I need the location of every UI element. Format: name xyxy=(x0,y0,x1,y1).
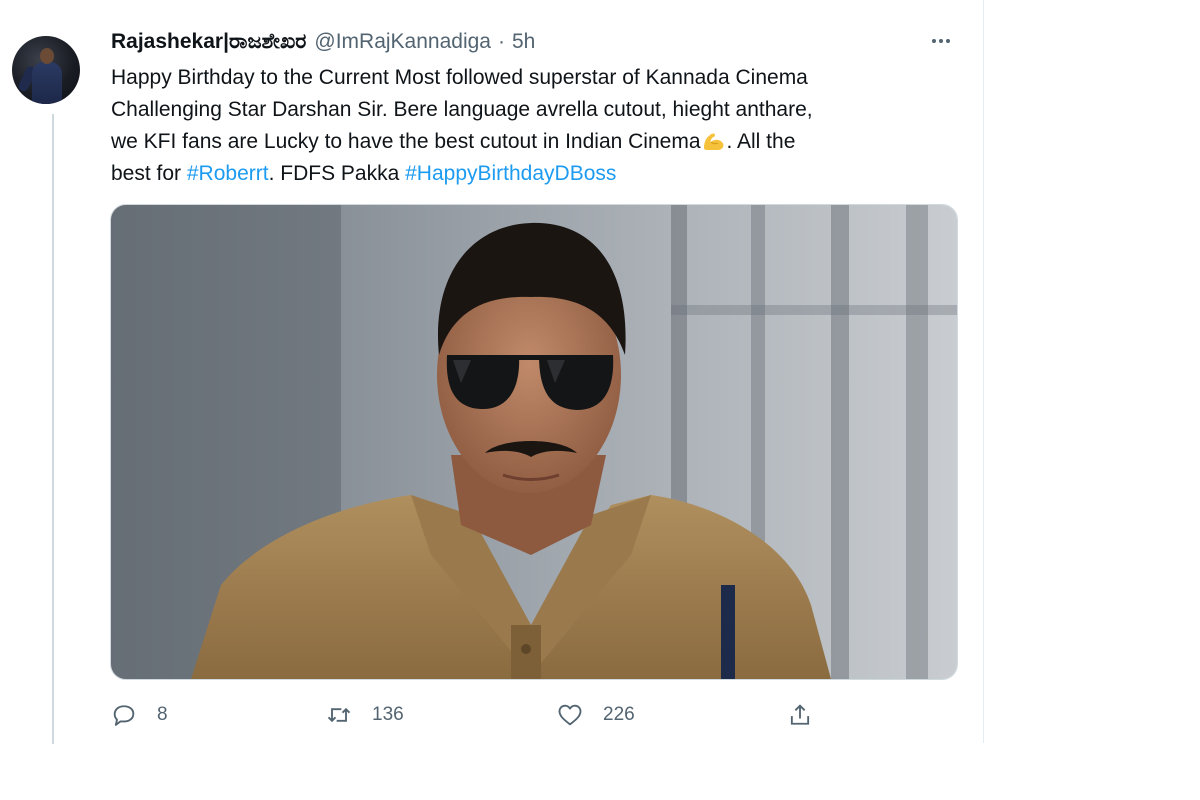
tweet-text-line: Happy Birthday to the Current Most follo… xyxy=(111,66,808,89)
reply-icon xyxy=(113,705,135,726)
retweet-button[interactable]: 136 xyxy=(325,698,404,732)
more-horizontal-icon xyxy=(932,39,936,43)
separator-dot: · xyxy=(497,30,505,53)
more-options-button[interactable] xyxy=(926,30,956,52)
hashtag-link[interactable]: #Roberrt xyxy=(187,162,269,185)
avatar[interactable] xyxy=(12,36,80,104)
share-button[interactable] xyxy=(786,698,814,732)
thread-line xyxy=(52,114,54,744)
like-count: 226 xyxy=(603,704,635,725)
tweet-card[interactable]: Rajashekar|ರಾಜಶೇಖರ @ImRajKannadiga · 5h … xyxy=(0,0,984,744)
retweet-count: 136 xyxy=(372,704,404,725)
tweet-image[interactable] xyxy=(110,204,958,680)
tweet-header: Rajashekar|ರಾಜಶೇಖರ @ImRajKannadiga · 5h xyxy=(111,28,535,56)
tweet-text-line: we KFI fans are Lucky to have the best c… xyxy=(111,130,796,153)
reply-button[interactable]: 8 xyxy=(110,698,168,732)
reply-count: 8 xyxy=(157,704,168,725)
flexed-biceps-emoji xyxy=(703,133,723,150)
tweet-text-line: best for #Roberrt. FDFS Pakka #HappyBirt… xyxy=(111,162,617,185)
hashtag-link[interactable]: #HappyBirthdayDBoss xyxy=(405,162,616,185)
like-button[interactable]: 226 xyxy=(556,698,635,732)
tweet-actions: 8 136 226 xyxy=(110,698,830,732)
author-handle[interactable]: @ImRajKannadiga xyxy=(314,30,491,54)
tweet-text: Happy Birthday to the Current Most follo… xyxy=(111,62,961,190)
author-name[interactable]: Rajashekar|ರಾಜಶೇಖರ xyxy=(111,30,306,54)
tweet-text-line: Challenging Star Darshan Sir. Bere langu… xyxy=(111,98,813,121)
share-icon xyxy=(790,704,810,725)
tweet-timestamp[interactable]: 5h xyxy=(512,30,535,54)
heart-icon xyxy=(558,704,582,726)
retweet-icon xyxy=(327,707,351,723)
